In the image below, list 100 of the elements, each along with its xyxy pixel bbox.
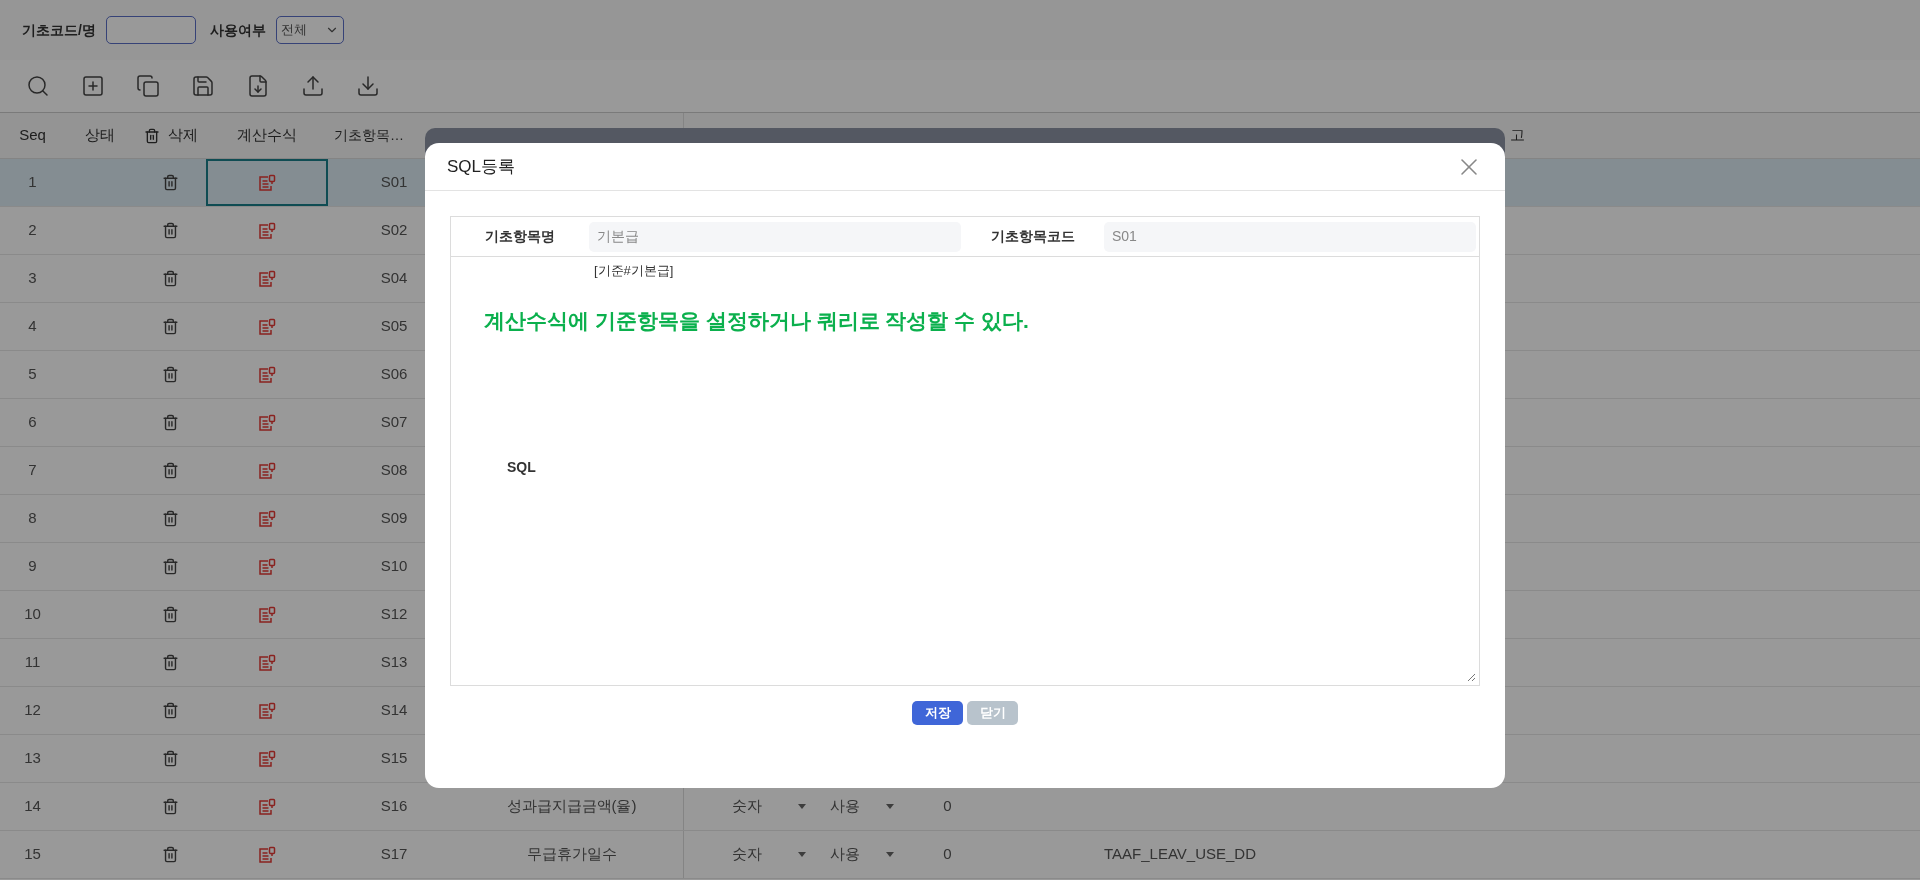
- memo-icon[interactable]: [258, 269, 276, 288]
- trash-icon[interactable]: [162, 318, 179, 335]
- table-cell-text: 성과급지급금액(율): [506, 796, 637, 817]
- sql-text: [기준#기본급]: [594, 262, 674, 280]
- table-cell-text: 11: [24, 652, 41, 673]
- table-cell-text: TAAF_LEAV_USE_DD: [1104, 844, 1256, 865]
- table-cell-text: 사용: [830, 844, 860, 865]
- table-cell-text: 14: [24, 796, 41, 817]
- table-cell-text: S01: [380, 172, 408, 193]
- column-header: 삭제: [167, 125, 198, 146]
- trash-icon[interactable]: [162, 606, 179, 623]
- table-cell-text: 0: [943, 796, 952, 817]
- column-header: 계산수식: [237, 125, 297, 146]
- caret-icon: [798, 804, 806, 809]
- save-button[interactable]: 저장: [912, 701, 963, 725]
- table-cell-text: 7: [28, 460, 37, 481]
- copy-icon[interactable]: [136, 74, 160, 98]
- table-cell-text: 1: [28, 172, 37, 193]
- caret-icon: [886, 852, 894, 857]
- trash-icon[interactable]: [162, 798, 179, 815]
- trash-icon[interactable]: [162, 510, 179, 527]
- memo-icon[interactable]: [258, 797, 276, 816]
- filter-label: 기초코드/명: [22, 20, 96, 40]
- table-cell-text: S16: [380, 796, 408, 817]
- table-cell-text: 0: [943, 844, 952, 865]
- table-cell-text: 13: [24, 748, 41, 769]
- memo-icon[interactable]: [258, 653, 276, 672]
- table-cell-text: S08: [380, 460, 408, 481]
- code-input[interactable]: [105, 16, 196, 44]
- table-cell-text: 3: [28, 268, 37, 289]
- memo-icon[interactable]: [258, 461, 276, 480]
- trash-icon[interactable]: [162, 558, 179, 575]
- table-cell-text: 6: [28, 412, 37, 433]
- upload-icon[interactable]: [301, 74, 325, 98]
- table-cell-text: 5: [28, 364, 37, 385]
- caret-icon: [886, 804, 894, 809]
- trash-icon[interactable]: [162, 366, 179, 383]
- trash-icon[interactable]: [162, 846, 179, 863]
- column-header: Seq: [19, 125, 46, 146]
- table-cell-text: S14: [380, 700, 408, 721]
- table-cell-text: S13: [380, 652, 408, 673]
- trash-icon[interactable]: [162, 654, 179, 671]
- table-cell-text: 8: [28, 508, 37, 529]
- trash-icon[interactable]: [162, 270, 179, 287]
- file-download-icon[interactable]: [246, 74, 270, 98]
- table-cell-text: S09: [380, 508, 408, 529]
- value-field[interactable]: 기본급: [589, 221, 961, 252]
- column-header: 상태: [85, 125, 115, 146]
- table-cell-text: 숫자: [732, 796, 762, 817]
- value-field[interactable]: S01: [1104, 221, 1476, 252]
- caret-icon: [798, 852, 806, 857]
- memo-icon[interactable]: [258, 221, 276, 240]
- table-cell-text: 12: [24, 700, 41, 721]
- table-cell-text: 4: [28, 316, 37, 337]
- table-cell-text: S10: [380, 556, 408, 577]
- trash-icon[interactable]: [162, 702, 179, 719]
- table-cell-text: 무급휴가일수: [526, 844, 617, 865]
- add-icon[interactable]: [81, 74, 105, 98]
- table-cell-text: S06: [380, 364, 408, 385]
- table-cell-text: 2: [28, 220, 37, 241]
- resize-handle-icon[interactable]: [1467, 673, 1476, 682]
- memo-icon[interactable]: [258, 413, 276, 432]
- memo-icon[interactable]: [258, 701, 276, 720]
- search-icon[interactable]: [26, 74, 50, 98]
- table-cell-text: S04: [380, 268, 408, 289]
- field-label: 기초항목코드: [990, 227, 1075, 246]
- memo-icon[interactable]: [258, 509, 276, 528]
- table-cell-text: S07: [380, 412, 408, 433]
- trash-icon[interactable]: [162, 462, 179, 479]
- memo-icon[interactable]: [258, 173, 276, 192]
- memo-icon[interactable]: [258, 749, 276, 768]
- column-header: 기초항목…: [334, 126, 404, 145]
- table-cell-text: S02: [380, 220, 408, 241]
- memo-icon[interactable]: [258, 845, 276, 864]
- table-cell-text: 10: [24, 604, 41, 625]
- dialog-title: SQL등록: [447, 155, 516, 178]
- table-cell-text: 15: [24, 844, 41, 865]
- table-cell-text: S12: [380, 604, 408, 625]
- use-select[interactable]: 전체: [275, 16, 344, 44]
- table-cell-text: 사용: [830, 796, 860, 817]
- table-cell-text: 9: [28, 556, 37, 577]
- memo-icon[interactable]: [258, 317, 276, 336]
- field-label: 기초항목명: [485, 227, 555, 246]
- trash-icon[interactable]: [162, 750, 179, 767]
- annotation-text: 계산수식에 기준항목을 설정하거나 쿼리로 작성할 수 있다.: [484, 308, 1029, 334]
- trash-icon[interactable]: [143, 127, 160, 144]
- table-cell-text: 숫자: [732, 844, 762, 865]
- filter-label: 사용여부: [209, 20, 266, 40]
- save-icon[interactable]: [191, 74, 215, 98]
- table-cell-text: S05: [380, 316, 408, 337]
- memo-icon[interactable]: [258, 605, 276, 624]
- memo-icon[interactable]: [258, 557, 276, 576]
- download-icon[interactable]: [356, 74, 380, 98]
- trash-icon[interactable]: [162, 174, 179, 191]
- table-row[interactable]: 15 S17 무급휴가일수 숫자 사용 0 TAAF_LEAV_USE_DD: [0, 831, 1920, 879]
- table-cell-text: S17: [380, 844, 408, 865]
- trash-icon[interactable]: [162, 414, 179, 431]
- trash-icon[interactable]: [162, 222, 179, 239]
- memo-icon[interactable]: [258, 365, 276, 384]
- formula-cell[interactable]: [206, 159, 328, 206]
